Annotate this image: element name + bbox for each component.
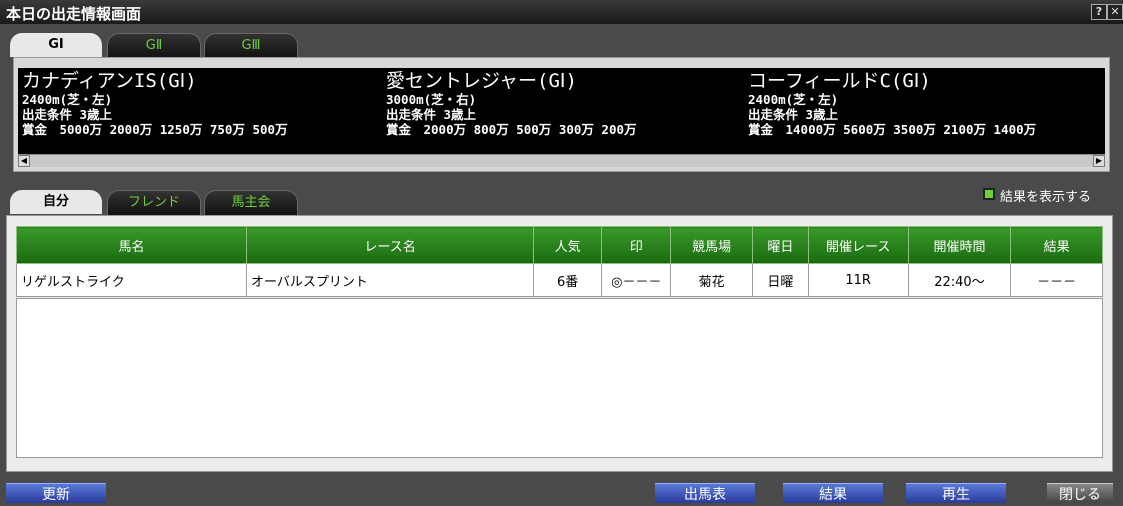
tab-g1[interactable]: GⅠ <box>10 33 102 57</box>
header-popularity[interactable]: 人気 <box>533 226 603 264</box>
tab-g2[interactable]: GⅡ <box>107 33 201 58</box>
help-button[interactable]: ? <box>1091 4 1107 20</box>
header-race-time[interactable]: 開催時間 <box>907 226 1012 264</box>
scroll-left-icon[interactable]: ◀ <box>18 155 30 167</box>
tab-owners-club[interactable]: 馬主会 <box>204 190 298 215</box>
race-prize: 賞金 5000万 2000万 1250万 750万 500万 <box>22 122 288 137</box>
update-button[interactable]: 更新 <box>6 483 106 503</box>
horizontal-scrollbar[interactable]: ◀ ▶ <box>18 154 1105 167</box>
empty-list-area <box>16 298 1103 458</box>
race-info-strip: カナディアンIS(GⅠ) 2400m(芝・左) 出走条件 3歳上 賞金 5000… <box>18 68 1105 154</box>
cell-popularity: 6番 <box>533 263 603 297</box>
cell-weekday: 日曜 <box>751 263 809 297</box>
header-horse-name[interactable]: 馬名 <box>15 226 248 264</box>
header-racecourse[interactable]: 競馬場 <box>670 226 753 264</box>
show-results-label[interactable]: 結果を表示する <box>1000 186 1091 205</box>
race-info-2[interactable]: 愛セントレジャー(GⅠ) 3000m(芝・右) 出走条件 3歳上 賞金 2000… <box>386 68 746 154</box>
header-result[interactable]: 結果 <box>1010 226 1103 264</box>
show-results-checkbox[interactable] <box>983 188 995 200</box>
header-race-number[interactable]: 開催レース <box>807 226 909 264</box>
cell-racecourse: 菊花 <box>670 263 753 297</box>
close-button[interactable]: 閉じる <box>1047 483 1113 503</box>
tab-friend[interactable]: フレンド <box>107 190 201 215</box>
entries-button[interactable]: 出馬表 <box>655 483 755 503</box>
header-race-name[interactable]: レース名 <box>246 226 535 264</box>
race-condition: 出走条件 3歳上 <box>22 107 113 122</box>
window-close-icon[interactable]: ✕ <box>1107 4 1123 20</box>
race-name: 愛セントレジャー(GⅠ) <box>386 70 577 92</box>
tab-self[interactable]: 自分 <box>10 190 102 214</box>
race-condition: 出走条件 3歳上 <box>386 107 477 122</box>
race-info-3[interactable]: コーフィールドC(GⅠ) 2400m(芝・左) 出走条件 3歳上 賞金 1400… <box>748 68 1108 154</box>
tab-g3[interactable]: GⅢ <box>204 33 298 58</box>
table-row[interactable]: リゲルストライク オーバルスプリント 6番 ◎－－－ 菊花 日曜 11R 22:… <box>15 263 1103 297</box>
race-distance: 3000m(芝・右) <box>386 92 477 107</box>
race-name: カナディアンIS(GⅠ) <box>22 70 197 92</box>
race-distance: 2400m(芝・左) <box>22 92 113 107</box>
race-prize: 賞金 14000万 5600万 3500万 2100万 1400万 <box>748 122 1037 137</box>
race-distance: 2400m(芝・左) <box>748 92 839 107</box>
scroll-right-icon[interactable]: ▶ <box>1093 155 1105 167</box>
window-title: 本日の出走情報画面 <box>6 5 142 23</box>
title-bar: 本日の出走情報画面 ? ✕ <box>0 0 1123 24</box>
cell-race-time: 22:40～ <box>907 263 1012 297</box>
grade-race-panel: カナディアンIS(GⅠ) 2400m(芝・左) 出走条件 3歳上 賞金 5000… <box>13 57 1110 172</box>
header-mark[interactable]: 印 <box>601 226 672 264</box>
entries-panel: 馬名 レース名 人気 印 競馬場 曜日 開催レース 開催時間 結果 リゲルストラ… <box>6 215 1113 472</box>
replay-button[interactable]: 再生 <box>906 483 1006 503</box>
cell-horse-name: リゲルストライク <box>15 263 248 297</box>
cell-race-name: オーバルスプリント <box>246 263 535 297</box>
race-name: コーフィールドC(GⅠ) <box>748 70 931 92</box>
cell-mark: ◎－－－ <box>601 263 672 297</box>
race-condition: 出走条件 3歳上 <box>748 107 839 122</box>
cell-race-number: 11R <box>807 263 909 297</box>
entries-table: 馬名 レース名 人気 印 競馬場 曜日 開催レース 開催時間 結果 リゲルストラ… <box>15 226 1103 297</box>
race-prize: 賞金 2000万 800万 500万 300万 200万 <box>386 122 637 137</box>
table-header-row: 馬名 レース名 人気 印 競馬場 曜日 開催レース 開催時間 結果 <box>15 226 1103 264</box>
cell-result: －－－ <box>1010 263 1103 297</box>
result-button[interactable]: 結果 <box>783 483 883 503</box>
race-info-1[interactable]: カナディアンIS(GⅠ) 2400m(芝・左) 出走条件 3歳上 賞金 5000… <box>22 68 382 154</box>
header-weekday[interactable]: 曜日 <box>751 226 809 264</box>
